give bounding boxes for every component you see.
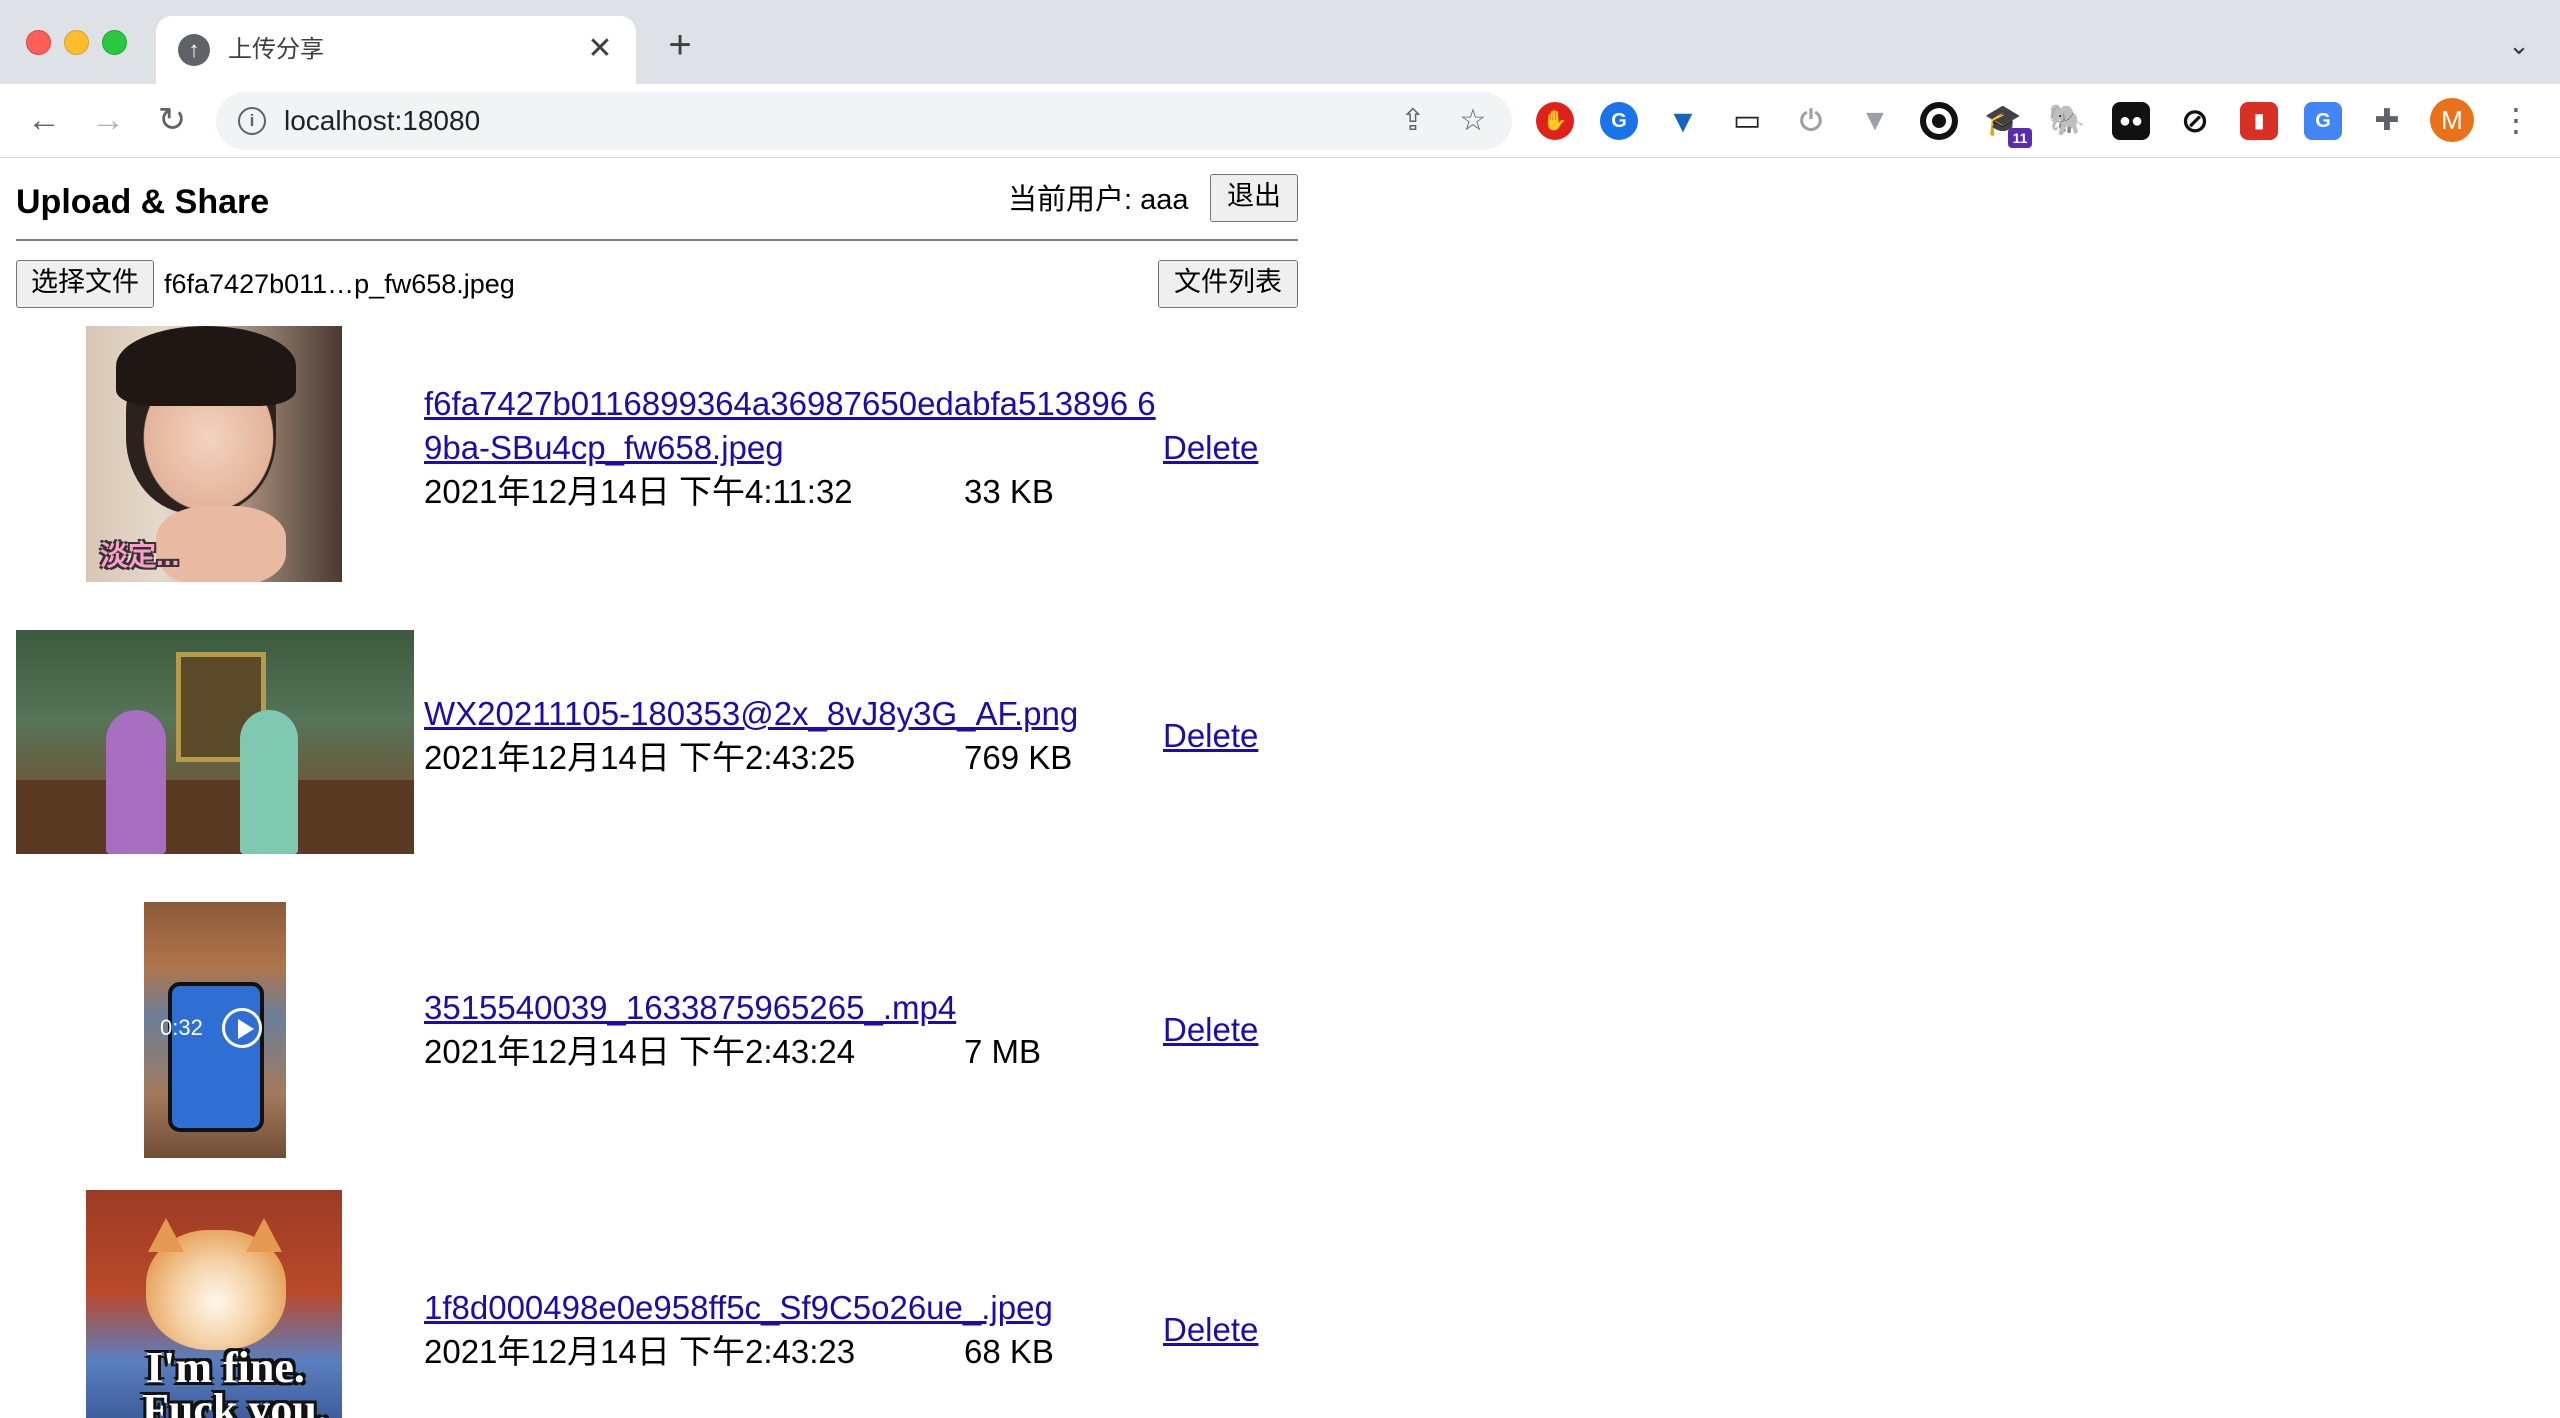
browser-toolbar: ← → ↻ i localhost:18080 ⇪ ☆ ✋ G ▼ ▭ ⏻ ▼ … — [0, 84, 2560, 158]
file-size: 68 KB — [964, 1333, 1054, 1370]
laptop-icon[interactable]: ▭ — [1728, 102, 1766, 140]
app-header: Upload & Share 当前用户: aaa 退出 — [16, 158, 1298, 241]
video-duration: 0:32 — [160, 1015, 203, 1040]
grammar-extension-icon[interactable]: G — [1600, 102, 1638, 140]
close-icon[interactable]: ✕ — [584, 34, 616, 66]
block-icon[interactable]: ⊘ — [2176, 102, 2214, 140]
vue-devtools-icon[interactable]: ▼ — [1664, 102, 1702, 140]
evernote-icon[interactable]: 🐘 — [2048, 102, 2086, 140]
profile-avatar[interactable]: M — [2430, 98, 2474, 142]
logout-button[interactable]: 退出 — [1210, 174, 1298, 222]
file-size: 769 KB — [964, 739, 1073, 776]
thumbnail-caption: Fuck you. — [142, 1385, 328, 1418]
more-menu-icon[interactable]: ⋮ — [2500, 98, 2532, 142]
thumbnail-caption: 淡定... — [100, 540, 180, 571]
file-link[interactable]: WX20211105-180353@2x_8vJ8y3G_AF.png — [424, 692, 1164, 736]
vue-grey-icon[interactable]: ▼ — [1856, 102, 1894, 140]
book-icon[interactable]: ▮ — [2240, 102, 2278, 140]
file-date: 2021年12月14日 下午2:43:25 — [424, 739, 856, 776]
choose-file-button[interactable]: 选择文件 — [16, 260, 154, 308]
address-bar[interactable]: i localhost:18080 ⇪ ☆ — [216, 92, 1512, 150]
delete-link[interactable]: Delete — [1163, 426, 1258, 470]
list-item: 0:32 3515540039_1633875965265_.mp4 2021年… — [16, 902, 1298, 1158]
file-link[interactable]: f6fa7427b0116899364a36987650edabfa513896… — [424, 382, 1164, 470]
current-user-label: 当前用户: aaa — [1008, 184, 1189, 216]
puzzle-extensions-icon[interactable]: ✚ — [2368, 102, 2406, 140]
file-link[interactable]: 1f8d000498e0e958ff5c_Sf9C5o26ue_.jpeg — [424, 1286, 1164, 1330]
file-date: 2021年12月14日 下午2:43:23 — [424, 1333, 856, 1370]
video-thumbnail[interactable]: 0:32 — [144, 902, 286, 1158]
extension-badge: 11 — [2008, 128, 2032, 148]
back-arrow-icon[interactable]: ← — [22, 98, 66, 142]
circle-extension-icon[interactable] — [1920, 102, 1958, 140]
chevron-down-icon[interactable]: ⌄ — [2504, 30, 2534, 60]
list-item: I'm fine. Fuck you. 1f8d000498e0e958ff5c… — [16, 1190, 1298, 1418]
file-date: 2021年12月14日 下午2:43:24 — [424, 1033, 856, 1070]
page-content: Upload & Share 当前用户: aaa 退出 选择文件 f6fa742… — [0, 158, 2560, 1418]
file-list-button[interactable]: 文件列表 — [1158, 260, 1298, 308]
file-link[interactable]: 3515540039_1633875965265_.mp4 — [424, 986, 1164, 1030]
translate-icon[interactable]: G — [2304, 102, 2342, 140]
reload-icon[interactable]: ↻ — [150, 98, 194, 142]
tampermonkey-icon[interactable]: ●● — [2112, 102, 2150, 140]
delete-link[interactable]: Delete — [1163, 714, 1258, 758]
forward-arrow-icon[interactable]: → — [86, 98, 130, 142]
window-zoom-button[interactable] — [102, 30, 127, 55]
bookmark-star-icon[interactable]: ☆ — [1456, 104, 1490, 138]
file-date: 2021年12月14日 下午4:11:32 — [424, 473, 853, 510]
info-icon[interactable]: i — [238, 107, 266, 135]
thumbnail-image[interactable]: I'm fine. Fuck you. — [86, 1190, 342, 1418]
share-icon[interactable]: ⇪ — [1396, 104, 1430, 138]
delete-link[interactable]: Delete — [1163, 1308, 1258, 1352]
window-minimize-button[interactable] — [64, 30, 89, 55]
url-text[interactable]: localhost:18080 — [284, 105, 480, 137]
power-icon[interactable]: ⏻ — [1792, 102, 1830, 140]
tab-title: 上传分享 — [228, 36, 324, 63]
list-item: 淡定... f6fa7427b0116899364a36987650edabfa… — [16, 326, 1298, 582]
file-size: 7 MB — [964, 1033, 1042, 1070]
play-icon[interactable] — [222, 1008, 262, 1048]
browser-tab[interactable]: ↑ 上传分享 ✕ — [156, 16, 636, 84]
upload-arrow-icon: ↑ — [178, 34, 210, 66]
file-size: 33 KB — [964, 473, 1054, 510]
delete-link[interactable]: Delete — [1163, 1008, 1258, 1052]
chosen-file-name: f6fa7427b011…p_fw658.jpeg — [164, 269, 515, 299]
new-tab-button[interactable]: + — [660, 25, 700, 66]
thumbnail-image[interactable]: 淡定... — [86, 326, 342, 582]
browser-title-bar: ↑ 上传分享 ✕ + ⌄ — [0, 0, 2560, 84]
list-item: WX20211105-180353@2x_8vJ8y3G_AF.png 2021… — [16, 630, 1298, 854]
upload-controls: 选择文件 f6fa7427b011…p_fw658.jpeg 文件列表 — [16, 260, 1298, 312]
adblock-extension-icon[interactable]: ✋ — [1536, 102, 1574, 140]
thumbnail-image[interactable] — [16, 630, 414, 854]
thumbnail-caption: I'm fine. — [146, 1343, 305, 1392]
window-close-button[interactable] — [26, 30, 51, 55]
page-title: Upload & Share — [16, 183, 270, 221]
graduation-cap-icon[interactable]: 🎓 11 — [1984, 102, 2032, 148]
